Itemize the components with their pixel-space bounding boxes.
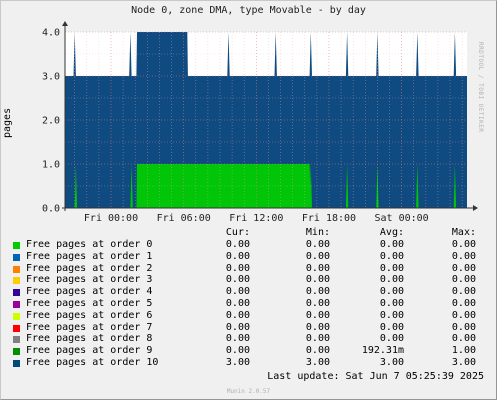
legend-avg-value: 3.00 xyxy=(379,356,404,368)
legend-max-value: 0.00 xyxy=(451,309,476,321)
legend-max-value: 1.00 xyxy=(451,345,476,357)
legend-max-value: 0.00 xyxy=(451,333,476,345)
legend-row: Free pages at order 9 0.00 0.00 192.31m 1.00 xyxy=(12,345,482,357)
legend-cur-value: 0.00 xyxy=(225,321,250,333)
legend-row: Free pages at order 5 0.00 0.00 0.00 0.00 xyxy=(12,298,482,310)
x-axis-arrow xyxy=(473,205,478,211)
legend-header-max: Max: xyxy=(451,227,476,238)
legend-row: Free pages at order 3 0.00 0.00 0.00 0.00 xyxy=(12,274,482,286)
legend-avg-value: 0.00 xyxy=(379,286,404,298)
legend-label: Free pages at order 7 xyxy=(26,321,153,333)
legend-swatch xyxy=(13,253,20,261)
legend-label: Free pages at order 2 xyxy=(26,262,153,274)
legend-swatch xyxy=(13,300,20,308)
legend-row: Free pages at order 6 0.00 0.00 0.00 0.00 xyxy=(12,310,482,322)
legend-avg-value: 0.00 xyxy=(379,250,404,262)
legend-min-value: 0.00 xyxy=(305,321,330,333)
legend-max-value: 0.00 xyxy=(451,262,476,274)
legend-avg-value: 0.00 xyxy=(379,333,404,345)
legend-avg-value: 192.31m xyxy=(361,345,404,357)
legend-cur-value: 0.00 xyxy=(225,309,250,321)
legend-max-value: 0.00 xyxy=(451,286,476,298)
legend-min-value: 3.00 xyxy=(305,356,330,368)
legend-cur-value: 3.00 xyxy=(225,356,250,368)
y-tick-label: 3.0 xyxy=(42,72,60,83)
legend: Cur: Min: Avg: Max: Free pages at order … xyxy=(12,227,482,369)
legend-swatch xyxy=(13,348,20,356)
legend-swatch xyxy=(13,265,20,273)
legend-swatch xyxy=(13,242,20,249)
y-tick-label: 2.0 xyxy=(42,116,60,127)
legend-header-avg: Avg: xyxy=(379,227,404,238)
x-tick-label: Fri 18:00 xyxy=(302,213,356,224)
legend-rows: Free pages at order 0 0.00 0.00 0.00 0.00 Fre… xyxy=(12,239,482,369)
legend-min-value: 0.00 xyxy=(305,309,330,321)
legend-row: Free pages at order 4 0.00 0.00 0.00 0.00 xyxy=(12,286,482,298)
legend-cur-value: 0.00 xyxy=(225,333,250,345)
legend-min-value: 0.00 xyxy=(305,262,330,274)
legend-swatch xyxy=(13,336,20,344)
legend-max-value: 0.00 xyxy=(451,250,476,262)
legend-label: Free pages at order 4 xyxy=(26,286,153,298)
legend-min-value: 0.00 xyxy=(305,333,330,345)
legend-header-cur: Cur: xyxy=(225,227,250,238)
legend-cur-value: 0.00 xyxy=(225,250,250,262)
legend-label: Free pages at order 6 xyxy=(26,309,153,321)
legend-min-value: 0.00 xyxy=(305,345,330,357)
legend-header-min: Min: xyxy=(305,227,330,238)
legend-avg-value: 0.00 xyxy=(379,239,404,250)
x-tick-label: Fri 06:00 xyxy=(157,213,211,224)
legend-cur-value: 0.00 xyxy=(225,262,250,274)
y-tick-label: 0.0 xyxy=(42,204,60,215)
munin-version: Munin 2.0.57 xyxy=(226,388,271,395)
legend-cur-value: 0.00 xyxy=(225,239,250,250)
legend-min-value: 0.00 xyxy=(305,250,330,262)
legend-label: Free pages at order 10 xyxy=(26,356,159,368)
legend-label: Free pages at order 8 xyxy=(26,333,153,345)
legend-avg-value: 0.00 xyxy=(379,274,404,286)
legend-min-value: 0.00 xyxy=(305,274,330,286)
y-tick-label: 1.0 xyxy=(42,160,60,171)
legend-row: Free pages at order 8 0.00 0.00 0.00 0.00 xyxy=(12,333,482,345)
legend-label: Free pages at order 3 xyxy=(26,274,153,286)
legend-min-value: 0.00 xyxy=(305,239,330,250)
legend-swatch xyxy=(13,312,20,320)
legend-cur-value: 0.00 xyxy=(225,286,250,298)
legend-max-value: 0.00 xyxy=(451,321,476,333)
legend-max-value: 0.00 xyxy=(451,274,476,286)
legend-label: Free pages at order 5 xyxy=(26,297,153,309)
legend-cur-value: 0.00 xyxy=(225,297,250,309)
legend-label: Free pages at order 9 xyxy=(26,345,153,357)
x-tick-label: Sat 00:00 xyxy=(375,213,429,224)
y-tick-label: 4.0 xyxy=(42,28,60,39)
legend-cur-value: 0.00 xyxy=(225,345,250,357)
legend-swatch xyxy=(13,359,20,367)
legend-cur-value: 0.00 xyxy=(225,274,250,286)
legend-row: Free pages at order 7 0.00 0.00 0.00 0.00 xyxy=(12,322,482,334)
y-axis-arrow xyxy=(62,21,68,26)
legend-swatch xyxy=(13,277,20,285)
legend-max-value: 0.00 xyxy=(451,239,476,250)
last-update: Last update: Sat Jun 7 05:25:39 2025 xyxy=(267,371,484,382)
legend-swatch xyxy=(13,289,20,297)
legend-min-value: 0.00 xyxy=(305,297,330,309)
legend-row: Free pages at order 1 0.00 0.00 0.00 0.00 xyxy=(12,251,482,263)
x-tick-label: Fri 12:00 xyxy=(229,213,283,224)
legend-label: Free pages at order 0 xyxy=(26,239,153,250)
legend-label: Free pages at order 1 xyxy=(26,250,153,262)
legend-row: Free pages at order 0 0.00 0.00 0.00 0.00 xyxy=(12,239,482,251)
legend-max-value: 3.00 xyxy=(451,356,476,368)
legend-avg-value: 0.00 xyxy=(379,309,404,321)
legend-avg-value: 0.00 xyxy=(379,321,404,333)
legend-header: Cur: Min: Avg: Max: xyxy=(12,227,482,239)
legend-row: Free pages at order 2 0.00 0.00 0.00 0.00 xyxy=(12,263,482,275)
legend-avg-value: 0.00 xyxy=(379,262,404,274)
legend-row: Free pages at order 10 3.00 3.00 3.00 3.00 xyxy=(12,357,482,369)
x-tick-label: Fri 00:00 xyxy=(84,213,138,224)
legend-max-value: 0.00 xyxy=(451,297,476,309)
legend-min-value: 0.00 xyxy=(305,286,330,298)
chart-area: 0.0 1.0 2.0 3.0 4.0 Fri 00:00 Fri 06:00 Fri 12:… xyxy=(42,21,478,224)
legend-avg-value: 0.00 xyxy=(379,297,404,309)
legend-swatch xyxy=(13,324,20,332)
